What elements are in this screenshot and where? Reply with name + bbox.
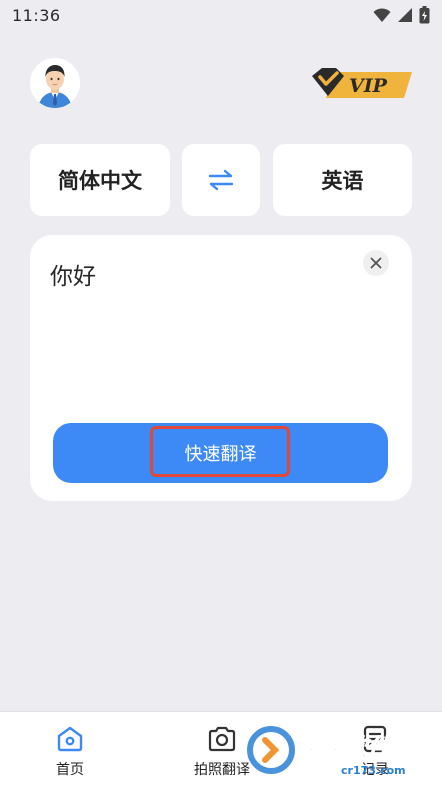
- source-language-button[interactable]: 简体中文: [30, 144, 170, 216]
- status-bar: 11:36: [0, 0, 442, 32]
- quick-translate-button[interactable]: 快速翻译: [53, 423, 388, 483]
- nav-item-photo-translate[interactable]: 拍照翻译: [185, 712, 259, 786]
- nav-item-record[interactable]: 记录: [338, 712, 412, 786]
- vip-badge[interactable]: VIP: [308, 64, 416, 104]
- user-avatar-icon: [30, 58, 80, 108]
- bottom-nav: 首页 拍照翻译 记录: [0, 711, 442, 786]
- battery-icon: [419, 6, 430, 24]
- translation-input-card: 你好 快速翻译: [30, 235, 412, 501]
- swap-arrows-icon: [208, 169, 234, 191]
- status-time: 11:36: [12, 6, 61, 25]
- avatar[interactable]: [30, 58, 80, 108]
- source-language-label: 简体中文: [58, 169, 142, 193]
- wifi-icon: [373, 8, 391, 22]
- signal-icon: [398, 8, 412, 22]
- close-icon: [370, 257, 382, 269]
- nav-item-home[interactable]: 首页: [40, 712, 100, 786]
- vip-crown-icon: VIP: [312, 68, 412, 98]
- nav-label-photo-translate: 拍照翻译: [194, 762, 250, 778]
- nav-label-record: 记录: [361, 762, 389, 778]
- quick-translate-label: 快速翻译: [184, 444, 257, 465]
- camera-icon: [208, 726, 236, 752]
- target-language-button[interactable]: 英语: [273, 144, 412, 216]
- swap-language-button[interactable]: [182, 144, 260, 216]
- home-icon: [57, 726, 83, 752]
- status-icons: [373, 6, 430, 24]
- source-text-input[interactable]: 你好: [50, 257, 350, 291]
- nav-label-home: 首页: [56, 762, 84, 778]
- vip-label: VIP: [349, 75, 388, 97]
- app-screen: 11:36 VIP 简体中文 英语 你好 快速翻译 首页 拍照翻译 记录 西西软…: [0, 0, 442, 786]
- target-language-label: 英语: [321, 169, 364, 193]
- record-icon: [363, 725, 387, 753]
- clear-button[interactable]: [363, 250, 389, 276]
